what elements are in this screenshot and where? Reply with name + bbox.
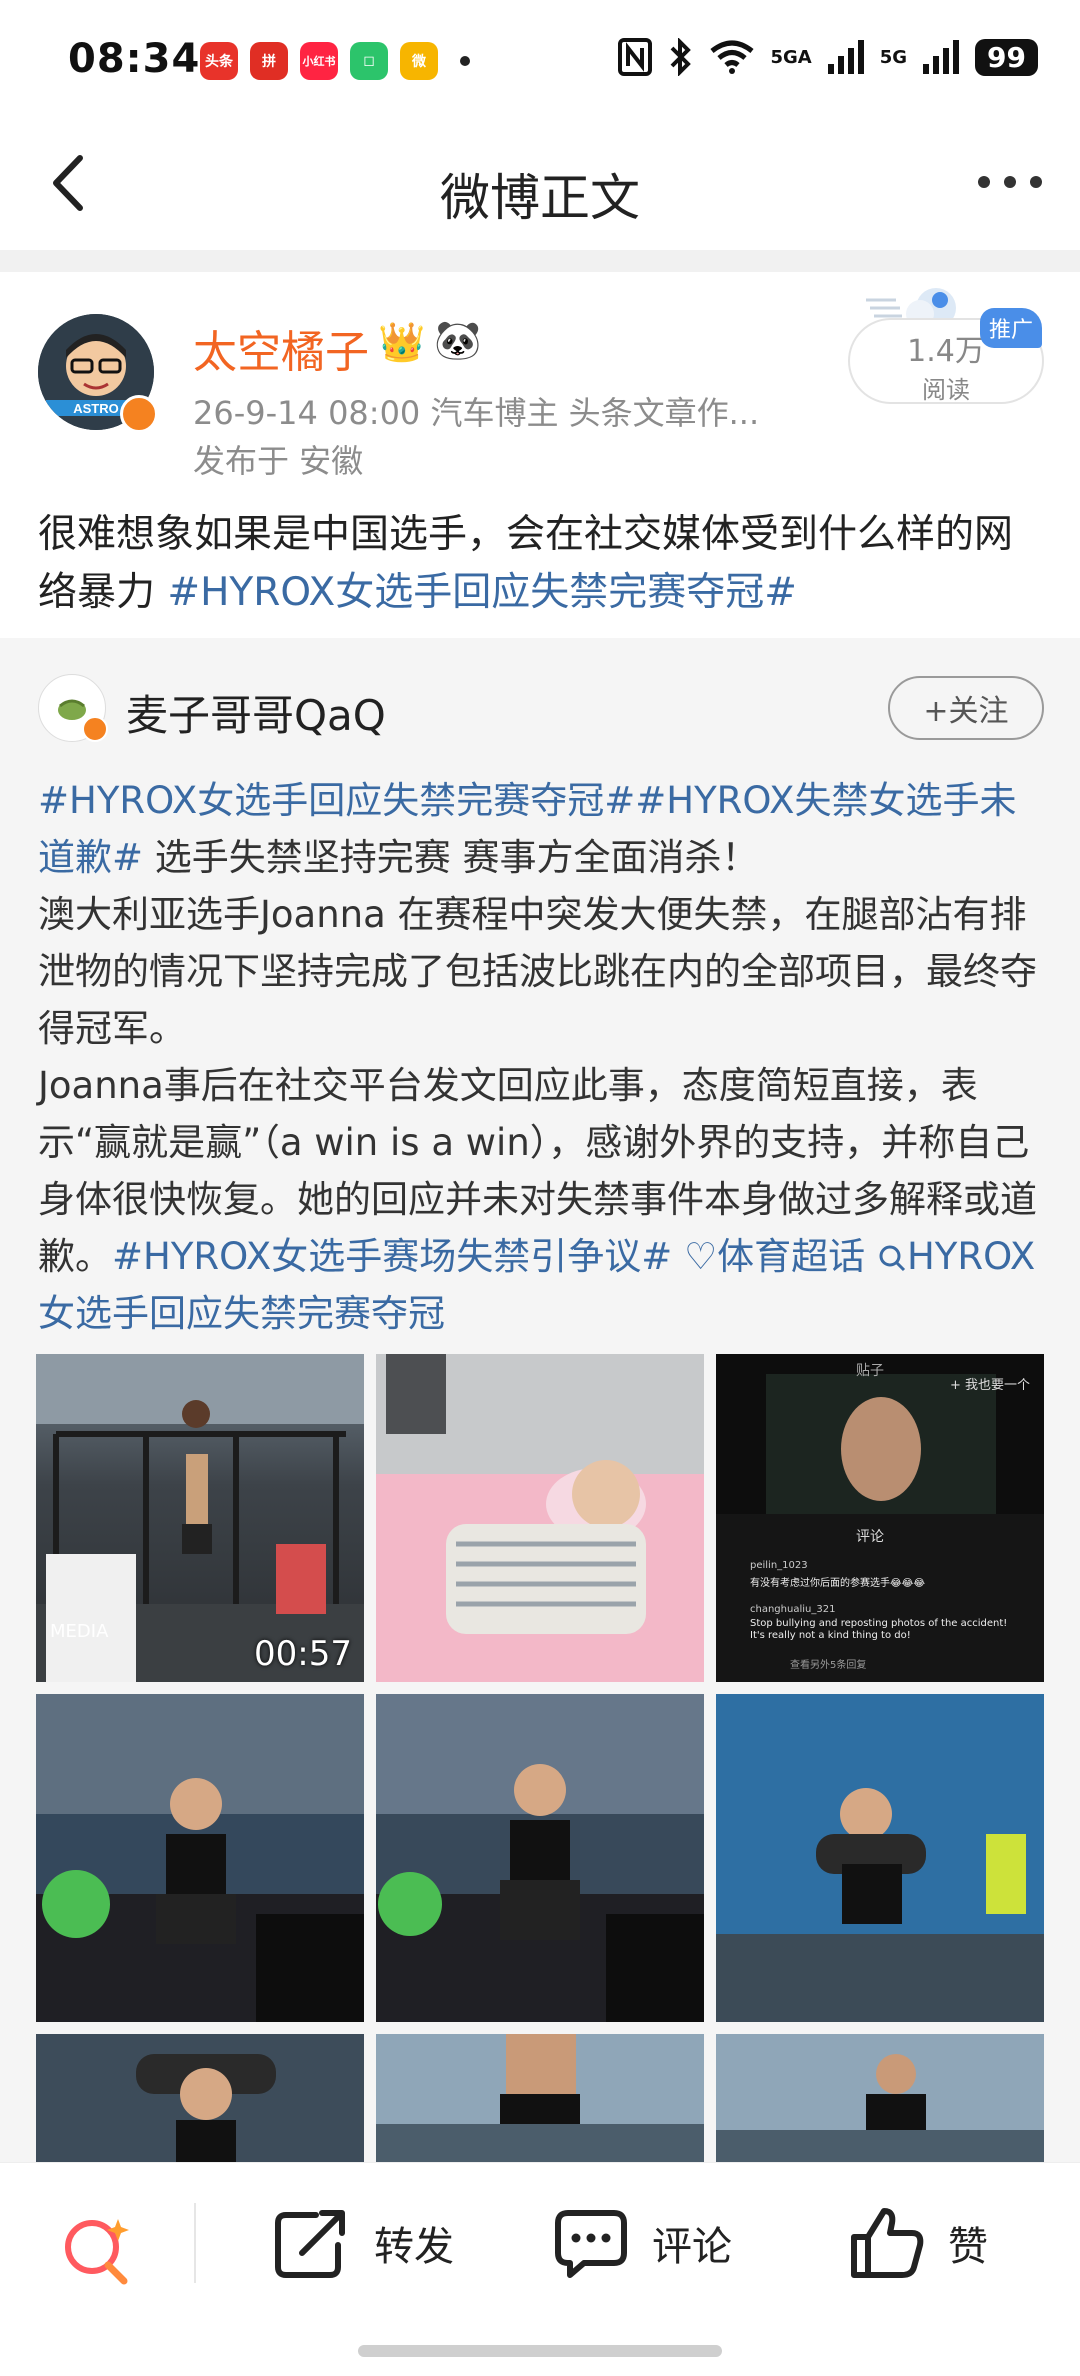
like-button[interactable]: 赞 bbox=[848, 2205, 988, 2281]
xiaohongshu-app-icon: 小红书 bbox=[300, 42, 338, 80]
retweet-author-name[interactable]: 麦子哥哥QaQ bbox=[126, 682, 386, 743]
athlete-photo-4-icon bbox=[36, 2034, 364, 2162]
screenshot-more: 查看另外5条回复 bbox=[790, 1660, 867, 1671]
signal-5ga-label: 5GA bbox=[770, 46, 812, 68]
green-app-icon: ◻ bbox=[350, 42, 388, 80]
status-bar: 08:34 头条 拼 小红书 ◻ 微 5GA 5G 99 bbox=[0, 0, 1080, 120]
athlete-photo-6-icon bbox=[716, 2034, 1044, 2162]
signal-bars-icon bbox=[827, 40, 864, 74]
post-body: 很难想象如果是中国选手，会在社交媒体受到什么样的网络暴力 #HYROX女选手回应… bbox=[38, 506, 1048, 622]
screenshot-user1: peilin_1023 bbox=[750, 1560, 808, 1571]
retweet-verified-badge-icon bbox=[82, 716, 108, 742]
signal-bars-2-icon bbox=[923, 40, 960, 74]
hospital-bed-photo-icon bbox=[376, 1354, 704, 1682]
reads-label: 阅读 bbox=[922, 376, 970, 404]
post-meta: 26-9-14 08:00 汽车博主 头条文章作... bbox=[193, 394, 760, 432]
image-thumbnail-athlete-3[interactable] bbox=[716, 1694, 1044, 2022]
image-thumbnail-athlete-1[interactable] bbox=[36, 1694, 364, 2022]
follow-button[interactable]: +关注 bbox=[888, 676, 1044, 740]
supertopic-link[interactable]: ♡体育超话 bbox=[684, 1235, 865, 1278]
athlete-photo-2-icon bbox=[376, 1694, 704, 2022]
image-thumbnail-athlete-5[interactable] bbox=[376, 2034, 704, 2162]
nav-header: 微博正文 bbox=[0, 120, 1080, 250]
video-duration: 00:57 bbox=[254, 1634, 352, 1674]
retweet-hashtag2-link[interactable]: #HYROX女选手赛场失禁引争议# bbox=[112, 1235, 672, 1278]
comment-icon bbox=[555, 2210, 627, 2278]
bluetooth-icon bbox=[671, 38, 692, 76]
toutiao-app-icon: 头条 bbox=[200, 42, 238, 80]
bottom-action-bar: 转发 评论 赞 bbox=[0, 2162, 1080, 2376]
image-thumbnail-comments[interactable]: 贴子 + 我也要一个 评论 peilin_1023 有没有考虑过你后面的参赛选手… bbox=[716, 1354, 1044, 1682]
status-indicators: 5GA 5G 99 bbox=[618, 38, 1038, 76]
athlete-photo-5-icon bbox=[376, 2034, 704, 2162]
svg-text:ASTRO: ASTRO bbox=[73, 401, 119, 416]
screenshot-user2: changhualiu_321 bbox=[750, 1604, 836, 1615]
screenshot-comment1: 有没有考虑过你后面的参赛选手😂😂😂 bbox=[750, 1578, 926, 1589]
post-hashtag-link[interactable]: #HYROX女选手回应失禁完赛夺冠# bbox=[167, 570, 797, 615]
ai-search-icon[interactable] bbox=[58, 2211, 138, 2291]
section-divider bbox=[0, 250, 1080, 272]
panda-icon: 🐼 bbox=[434, 318, 482, 362]
like-thumb-icon bbox=[851, 2208, 924, 2278]
author-name[interactable]: 太空橘子 bbox=[193, 316, 369, 380]
status-app-icons: 头条 拼 小红书 ◻ 微 bbox=[200, 42, 470, 80]
signal-5g-label: 5G bbox=[879, 46, 908, 68]
wifi-icon bbox=[710, 40, 755, 74]
screenshot-comment-title: 评论 bbox=[856, 1529, 884, 1545]
repost-icon bbox=[275, 2210, 345, 2278]
repost-button[interactable]: 转发 bbox=[272, 2205, 454, 2281]
image-thumbnail-hospital[interactable] bbox=[376, 1354, 704, 1682]
repost-label: 转发 bbox=[374, 2224, 454, 2270]
screenshot-header: 贴子 bbox=[856, 1363, 884, 1379]
like-label: 赞 bbox=[948, 2224, 988, 2270]
notification-dot-icon bbox=[460, 56, 470, 66]
screenshot-top-right: + 我也要一个 bbox=[949, 1378, 1030, 1393]
post-location: 发布于 安徽 bbox=[193, 442, 364, 480]
promo-badge[interactable]: 推广 bbox=[980, 308, 1042, 348]
image-thumbnail-athlete-2[interactable] bbox=[376, 1694, 704, 2022]
athlete-photo-3-icon bbox=[716, 1694, 1044, 2022]
retweet-card[interactable]: 麦子哥哥QaQ +关注 #HYROX女选手回应失禁完赛夺冠##HYROX失禁女选… bbox=[0, 638, 1080, 2162]
comment-button[interactable]: 评论 bbox=[552, 2205, 732, 2281]
video-thumbnail[interactable]: MEDIA 00:57 bbox=[36, 1354, 364, 1682]
comment-label: 评论 bbox=[652, 2224, 732, 2270]
retweet-para2: 澳大利亚选手Joanna 在赛程中突发大便失禁，在腿部沾有排泄物的情况下坚持完成… bbox=[38, 893, 1037, 1050]
verified-badge-icon bbox=[120, 395, 158, 433]
pinduoduo-app-icon: 拼 bbox=[250, 42, 288, 80]
retweet-body: #HYROX女选手回应失禁完赛夺冠##HYROX失禁女选手未道歉# 选手失禁坚持… bbox=[38, 772, 1048, 1342]
nfc-icon bbox=[618, 38, 653, 76]
screenshot-comment2: Stop bullying and reposting photos of th… bbox=[750, 1618, 1008, 1641]
search-topic-icon bbox=[879, 1245, 906, 1272]
bottom-bar-separator bbox=[194, 2203, 196, 2283]
home-indicator[interactable] bbox=[358, 2345, 722, 2357]
retweet-line1: 选手失禁坚持完赛 赛事方全面消杀！ bbox=[143, 836, 759, 879]
more-options-icon[interactable] bbox=[970, 152, 1050, 212]
image-thumbnail-athlete-4[interactable] bbox=[36, 2034, 364, 2162]
image-thumbnail-athlete-6[interactable] bbox=[716, 2034, 1044, 2162]
weibo-app-icon: 微 bbox=[400, 42, 438, 80]
battery-indicator: 99 bbox=[975, 38, 1038, 76]
page-title: 微博正文 bbox=[440, 169, 640, 227]
athlete-photo-1-icon bbox=[36, 1694, 364, 2022]
status-time: 08:34 bbox=[68, 36, 201, 82]
crown-icon: 👑 bbox=[378, 320, 426, 364]
media-watermark: MEDIA bbox=[50, 1621, 109, 1642]
